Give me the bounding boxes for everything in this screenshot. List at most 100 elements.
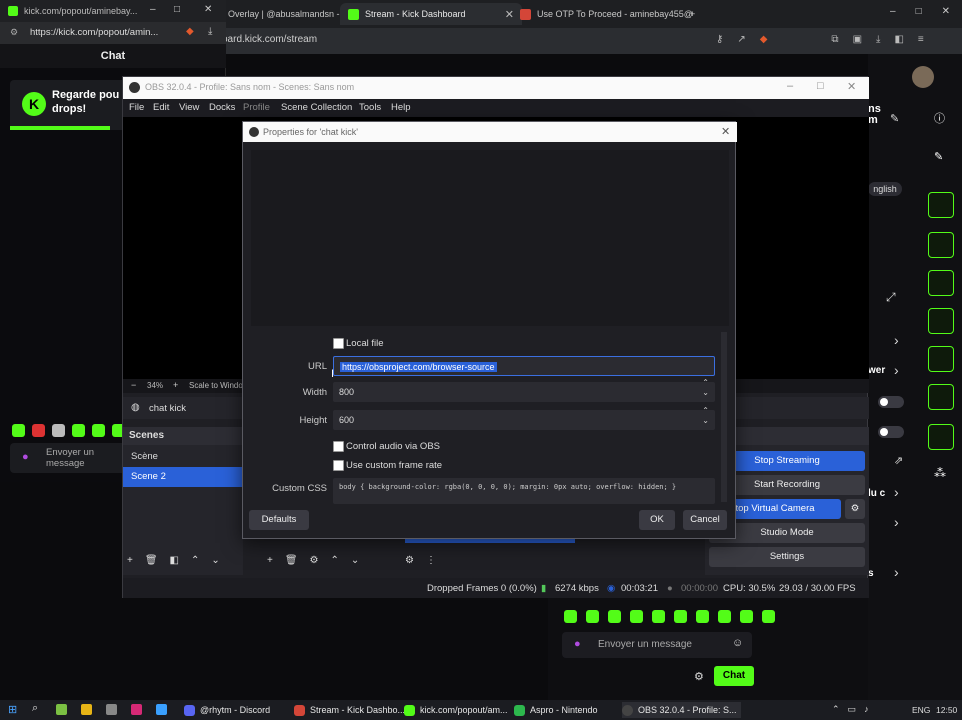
edit-icon[interactable]: ✎ <box>890 112 899 125</box>
tab-overlay[interactable]: Overlay | @abusalmandsn - ✕ <box>220 3 354 25</box>
emote-icon[interactable] <box>32 424 45 437</box>
chevron-right-icon[interactable]: › <box>894 564 899 580</box>
instagram-icon[interactable] <box>131 704 142 715</box>
app-icon[interactable] <box>56 704 67 715</box>
popout-url-bar[interactable]: ⚙ https://kick.com/popout/amin... ◆ ⤓ <box>0 22 226 44</box>
volume-icon[interactable]: ♪ <box>864 704 869 716</box>
emote-icon[interactable] <box>674 610 687 623</box>
chevron-up-icon[interactable]: ⌃ <box>832 704 840 716</box>
move-up-icon[interactable]: ⌃ <box>191 555 199 569</box>
screenshot-icon[interactable]: ▣ <box>853 34 862 48</box>
emote-icon[interactable] <box>740 610 753 623</box>
avatar[interactable] <box>912 66 934 88</box>
more-options-icon[interactable]: ⋮ <box>426 555 436 569</box>
emote-icon[interactable] <box>564 610 577 623</box>
gear-icon[interactable]: ⚙ <box>694 670 704 683</box>
maximize-button[interactable]: □ <box>817 80 824 92</box>
chart-icon[interactable]: ⇗ <box>894 454 903 467</box>
minimize-button[interactable]: – <box>787 80 793 92</box>
menu-edit[interactable]: Edit <box>153 102 169 113</box>
taskbar-app-obs[interactable]: OBS 32.0.4 - Profile: S... <box>622 702 741 718</box>
app-icon[interactable] <box>156 704 167 715</box>
kick-chat-input[interactable]: ● Envoyer un message ☺ <box>562 632 752 658</box>
emote-icon[interactable] <box>92 424 105 437</box>
taskbar-app-kick-popout[interactable]: kick.com/popout/am... <box>404 702 508 718</box>
clipboard-tool-button[interactable] <box>928 270 954 296</box>
nodes-icon[interactable]: ⁂ <box>934 466 946 480</box>
chat-tool-button[interactable] <box>928 308 954 334</box>
virtual-camera-settings-button[interactable]: ⚙ <box>845 499 865 519</box>
defaults-button[interactable]: Defaults <box>249 510 309 530</box>
pencil-icon[interactable]: ✎ <box>934 150 943 163</box>
filter-icon[interactable]: ◧ <box>170 555 179 569</box>
taskbar-app-kick-dashboard[interactable]: Stream - Kick Dashbo... <box>294 702 405 718</box>
custom-frame-rate-checkbox[interactable] <box>333 460 344 471</box>
brave-shield-icon[interactable]: ◆ <box>760 34 768 48</box>
folder-icon[interactable] <box>81 704 92 715</box>
search-icon[interactable]: ⌕ <box>32 702 38 715</box>
settings-button[interactable]: Settings <box>709 547 865 567</box>
spin-buttons[interactable]: ⌃ ⌄ <box>702 378 709 398</box>
close-icon[interactable]: ✕ <box>721 122 730 142</box>
taskbar-app-aspro[interactable]: Aspro - Nintendo <box>514 702 598 718</box>
add-icon[interactable]: + <box>267 555 273 569</box>
chevron-right-icon[interactable]: › <box>894 484 899 500</box>
emote-icon[interactable] <box>586 610 599 623</box>
clock[interactable]: 12:50 <box>936 705 957 715</box>
expand-icon[interactable]: ⤢ <box>886 290 896 305</box>
chevron-right-icon[interactable]: › <box>894 362 899 378</box>
menu-profile[interactable]: Profile <box>243 102 270 113</box>
add-icon[interactable]: + <box>127 555 133 569</box>
brave-shield-icon[interactable]: ◆ <box>186 26 194 37</box>
close-window-button[interactable]: ✕ <box>847 80 856 93</box>
move-up-icon[interactable]: ⌃ <box>331 555 339 569</box>
scene-item-selected[interactable]: Scene 2 <box>123 467 243 487</box>
menu-scene-collection[interactable]: Scene Collection <box>281 102 352 113</box>
server-tool-button[interactable] <box>928 384 954 410</box>
chevron-right-icon[interactable]: › <box>894 514 899 530</box>
gear-icon[interactable]: ⚙ <box>310 555 319 569</box>
chevron-right-icon[interactable]: › <box>894 332 899 348</box>
menu-view[interactable]: View <box>179 102 199 113</box>
emoji-icon[interactable]: ☺ <box>732 637 743 649</box>
trash-icon[interactable]: 🗑 <box>145 555 158 569</box>
move-down-icon[interactable]: ⌄ <box>351 555 359 569</box>
menu-icon[interactable]: ≡ <box>918 34 924 48</box>
minimize-button[interactable]: – <box>150 4 156 15</box>
zoom-in-button[interactable]: + <box>173 380 178 390</box>
minimize-button[interactable]: – <box>890 6 896 20</box>
camera-tool-button[interactable] <box>928 192 954 218</box>
zoom-out-button[interactable]: − <box>131 380 136 390</box>
app-icon[interactable] <box>106 704 117 715</box>
lightning-tool-button[interactable] <box>928 232 954 258</box>
menu-help[interactable]: Help <box>391 102 411 113</box>
emote-icon[interactable] <box>652 610 665 623</box>
scale-to-window[interactable]: Scale to Window <box>189 381 249 390</box>
width-field[interactable]: 800 ⌃ ⌄ <box>333 378 715 402</box>
emote-icon[interactable] <box>52 424 65 437</box>
control-audio-checkbox[interactable] <box>333 441 344 452</box>
menu-docks[interactable]: Docks <box>209 102 235 113</box>
sidebar-icon[interactable]: ◧ <box>894 34 903 48</box>
url-field[interactable]: https://obsproject.com/browser-source <box>333 356 715 376</box>
wrench-tool-button[interactable] <box>928 424 954 450</box>
taskbar-app-discord[interactable]: @rhytm - Discord <box>184 702 270 718</box>
popout-chat-input[interactable]: ● Envoyer un message <box>10 443 128 473</box>
microphone-icon[interactable]: ● <box>574 638 581 650</box>
site-settings-icon[interactable]: ⚙ <box>10 27 18 38</box>
broadcast-tool-button[interactable] <box>928 346 954 372</box>
language-indicator[interactable]: ENG <box>912 705 930 715</box>
tab-kick-dashboard[interactable]: Stream - Kick Dashboard ✕ <box>340 3 522 25</box>
toggle-switch[interactable] <box>878 396 904 408</box>
menu-tools[interactable]: Tools <box>359 102 381 113</box>
tab-otp[interactable]: Use OTP To Proceed - aminebay455@ ✕ <box>512 3 694 25</box>
download-icon[interactable]: ⤓ <box>876 34 880 48</box>
cancel-button[interactable]: Cancel <box>683 510 727 530</box>
close-window-button[interactable]: ✕ <box>204 4 212 15</box>
maximize-button[interactable]: □ <box>174 4 180 15</box>
emote-icon[interactable] <box>72 424 85 437</box>
start-icon[interactable]: ⊞ <box>8 703 17 716</box>
ok-button[interactable]: OK <box>639 510 675 530</box>
maximize-button[interactable]: □ <box>916 6 922 20</box>
microphone-icon[interactable]: ● <box>22 451 29 463</box>
